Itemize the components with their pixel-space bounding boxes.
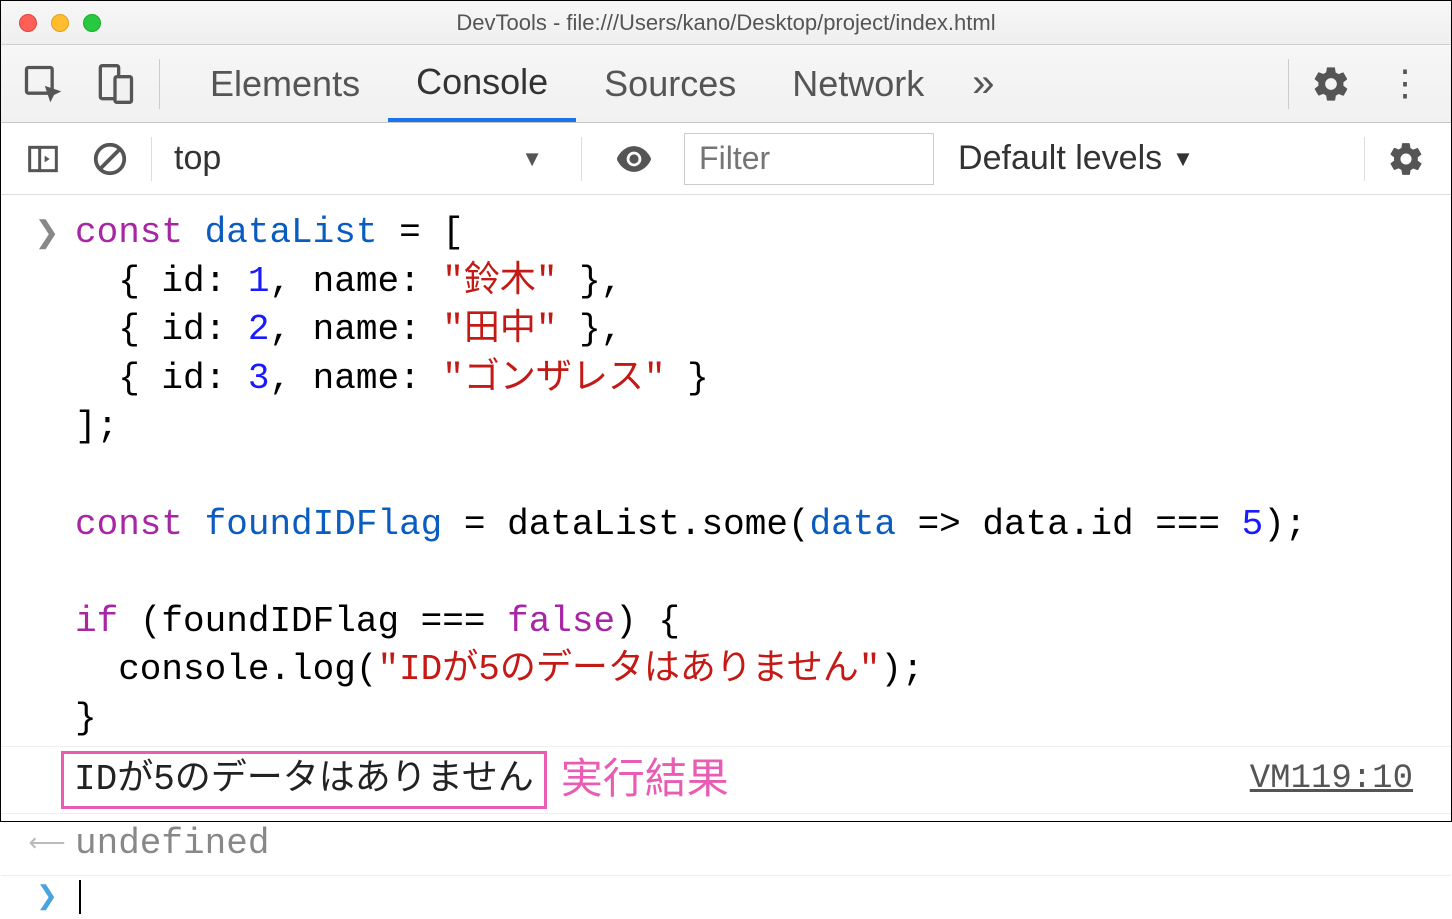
live-expression-icon[interactable]: [604, 137, 664, 181]
divider: [581, 137, 582, 181]
chevron-down-icon: ▼: [1172, 146, 1194, 172]
divider: [159, 59, 160, 109]
annotation-label: 実行結果: [561, 751, 729, 808]
tab-console[interactable]: Console: [388, 45, 576, 122]
tab-elements[interactable]: Elements: [182, 45, 388, 122]
console-output-area[interactable]: ❯ const dataList = [ { id: 1, name: "鈴木"…: [1, 195, 1451, 919]
context-label: top: [174, 139, 221, 178]
divider: [1364, 137, 1365, 181]
code-block: const dataList = [ { id: 1, name: "鈴木" }…: [75, 209, 1306, 744]
more-tabs-icon[interactable]: »: [952, 61, 1014, 106]
console-prompt-row[interactable]: ❯: [1, 875, 1451, 919]
log-levels-selector[interactable]: Default levels ▼: [958, 139, 1194, 178]
console-input-echo: ❯ const dataList = [ { id: 1, name: "鈴木"…: [1, 207, 1451, 746]
context-selector[interactable]: top ▼: [174, 139, 559, 178]
return-arrow-icon: ⟵: [19, 827, 75, 862]
window-title: DevTools - file:///Users/kano/Desktop/pr…: [1, 10, 1451, 36]
clear-console-icon[interactable]: [91, 140, 129, 178]
console-settings-icon[interactable]: [1387, 140, 1451, 178]
inspect-element-icon[interactable]: [21, 62, 65, 106]
kebab-menu-icon[interactable]: ⋮: [1387, 76, 1423, 90]
return-value: undefined: [75, 820, 269, 869]
prompt-chevron-icon: ❯: [19, 880, 75, 915]
console-return-row: ⟵ undefined: [1, 813, 1451, 875]
source-link[interactable]: VM119:10: [1250, 757, 1413, 803]
input-chevron-icon: ❯: [19, 209, 75, 256]
chevron-down-icon: ▼: [521, 146, 543, 172]
log-levels-label: Default levels: [958, 139, 1162, 178]
console-log-row: IDが5のデータはありません 実行結果 VM119:10: [1, 746, 1451, 814]
settings-icon[interactable]: [1311, 64, 1351, 104]
window-titlebar: DevTools - file:///Users/kano/Desktop/pr…: [1, 1, 1451, 45]
divider: [1288, 59, 1289, 109]
device-toolbar-icon[interactable]: [93, 62, 137, 106]
text-caret: [79, 880, 81, 914]
console-toolbar: top ▼ Default levels ▼: [1, 123, 1451, 195]
devtools-tabbar: Elements Console Sources Network » ⋮: [1, 45, 1451, 123]
divider: [151, 137, 152, 181]
tab-network[interactable]: Network: [764, 45, 952, 122]
tab-sources[interactable]: Sources: [576, 45, 764, 122]
toggle-sidebar-icon[interactable]: [23, 139, 63, 179]
filter-input[interactable]: [684, 133, 934, 185]
log-message: IDが5のデータはありません: [61, 751, 547, 810]
